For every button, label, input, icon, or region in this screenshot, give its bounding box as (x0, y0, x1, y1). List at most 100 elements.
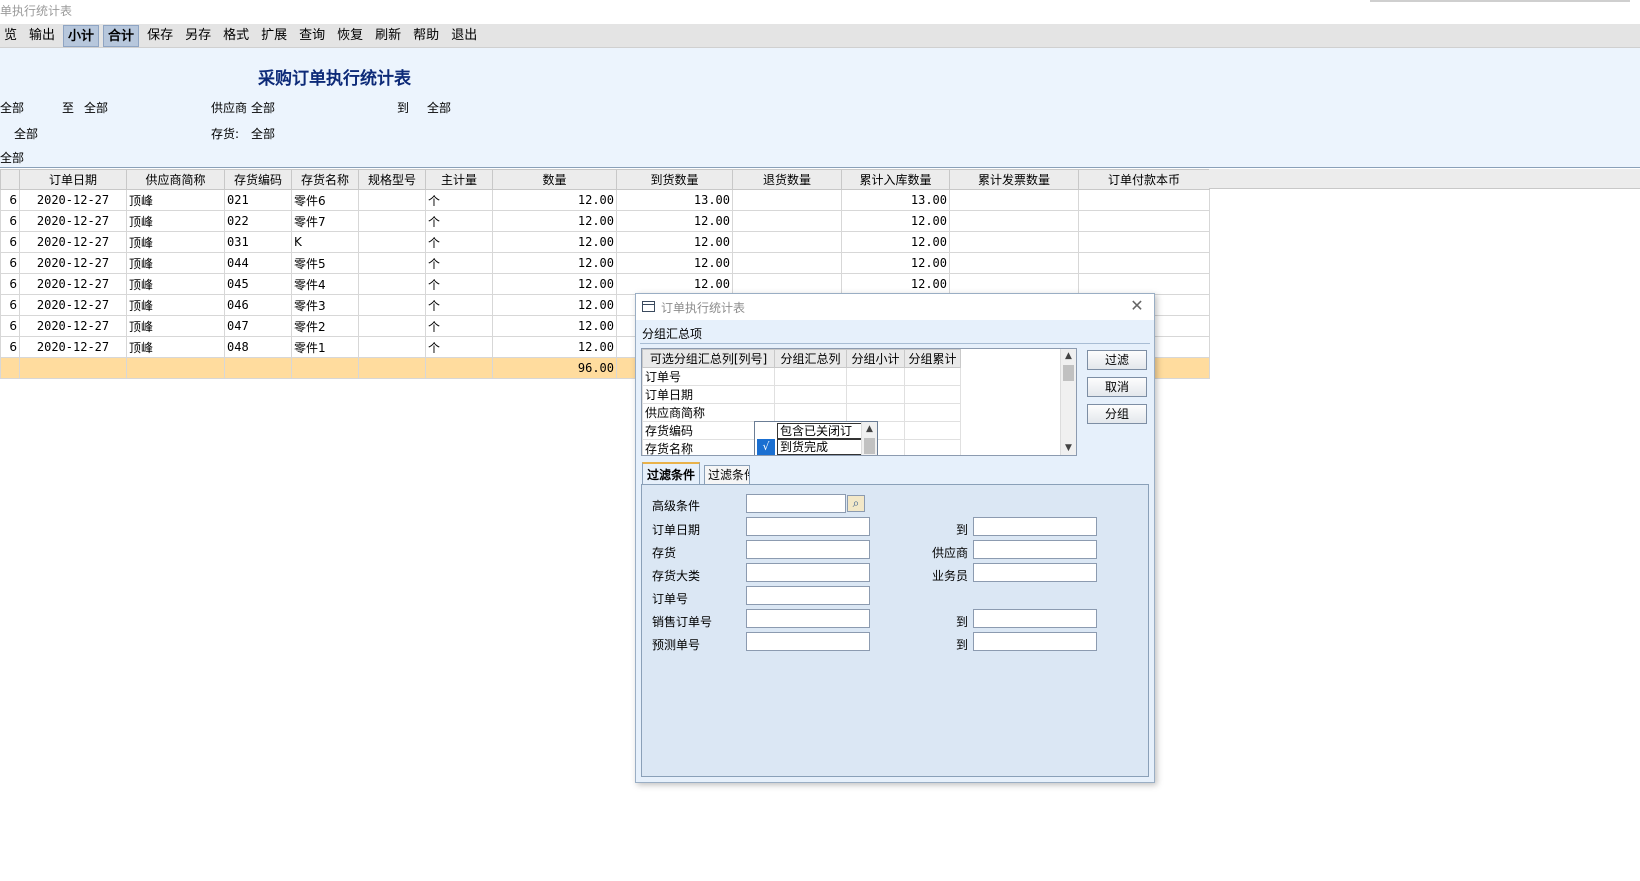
group-list-item[interactable]: 订单号 (642, 367, 961, 386)
toolbar-output-button[interactable]: 输出 (25, 25, 59, 47)
toolbar-preview-button[interactable]: 览 (0, 25, 21, 47)
order-date-to-input[interactable] (973, 517, 1097, 536)
header-supplier-label: 供应商 (211, 101, 248, 115)
forecast-no-to-label: 到 (956, 638, 969, 652)
table-cell: 个 (425, 252, 493, 274)
group-summary-label: 分组汇总项 (642, 327, 703, 341)
table-row[interactable]: 6 2020-12-27 顶峰 031 K 个 12.00 12.00 12.00 (0, 231, 1210, 253)
group-list-scrollbar[interactable]: ▲ ▼ (1060, 349, 1076, 455)
group-list-item[interactable]: 供应商简称 (642, 403, 961, 422)
table-cell: 12.00 (841, 252, 950, 274)
supplier-label: 供应商 (932, 546, 969, 560)
forecast-no-from-input[interactable] (746, 632, 870, 651)
column-header[interactable]: 累计入库数量 (841, 169, 950, 190)
group-cell (904, 367, 961, 386)
search-icon[interactable]: ⌕ (847, 495, 865, 512)
toolbar-save-button[interactable]: 保存 (143, 25, 177, 47)
table-cell: 2020-12-27 (19, 252, 127, 274)
inventory-input[interactable] (746, 540, 870, 559)
table-cell: 6 (0, 252, 20, 274)
checkbox[interactable] (757, 423, 775, 439)
group-summary-list[interactable]: 可选分组汇总列[列号] 分组汇总列 分组小计 分组累计 订单号 订单日期 供应商简称… (641, 348, 1077, 456)
close-icon[interactable]: ✕ (1128, 296, 1146, 316)
dialog-body: 分组汇总项 可选分组汇总列[列号] 分组汇总列 分组小计 分组累计 订单号 订单日… (636, 320, 1154, 782)
table-cell: 2020-12-27 (19, 210, 127, 232)
scroll-down-icon[interactable]: ▼ (1061, 441, 1076, 455)
salesman-input[interactable] (973, 563, 1097, 582)
toolbar-exit-button[interactable]: 退出 (447, 25, 481, 47)
table-cell: 6 (0, 336, 20, 358)
scroll-thumb[interactable] (864, 438, 875, 454)
column-header[interactable]: 规格型号 (358, 169, 426, 190)
column-header[interactable]: 供应商简称 (126, 169, 225, 190)
cancel-button[interactable]: 取消 (1087, 377, 1147, 397)
table-cell: 个 (425, 315, 493, 337)
advanced-condition-input[interactable] (746, 494, 846, 513)
column-header[interactable]: 累计发票数量 (949, 169, 1079, 190)
table-cell: 2020-12-27 (19, 336, 127, 358)
group-column-header: 可选分组汇总列[列号] (642, 349, 775, 368)
filter-button[interactable]: 过滤 (1087, 350, 1147, 370)
order-no-input[interactable] (746, 586, 870, 605)
table-cell: 零件2 (291, 315, 359, 337)
toolbar-subtotal-button[interactable]: 小计 (63, 24, 100, 47)
table-cell: 6 (0, 315, 20, 337)
scroll-up-icon[interactable]: ▲ (862, 422, 877, 436)
total-cell: 96.00 (492, 357, 617, 379)
order-date-from-input[interactable] (746, 517, 870, 536)
group-cell (846, 403, 905, 422)
scroll-up-icon[interactable]: ▲ (1061, 349, 1076, 363)
supplier-input[interactable] (973, 540, 1097, 559)
group-cell: 供应商简称 (642, 403, 775, 422)
table-cell: 048 (224, 336, 292, 358)
status-dropdown-list[interactable]: 包含已关闭订√到货完成入库完成开票完成付款完成到货未完成 ▲ ▼ (754, 421, 878, 455)
table-cell (732, 252, 842, 274)
table-row[interactable]: 6 2020-12-27 顶峰 022 零件7 个 12.00 12.00 12.00 (0, 210, 1210, 232)
checkbox[interactable]: √ (757, 439, 775, 455)
table-row[interactable]: 6 2020-12-27 顶峰 045 零件4 个 12.00 12.00 12.00 (0, 273, 1210, 295)
toolbar-total-button[interactable]: 合计 (103, 24, 140, 47)
column-header[interactable]: 到货数量 (616, 169, 733, 190)
column-header[interactable]: 主计量 (425, 169, 493, 190)
sales-order-no-from-input[interactable] (746, 609, 870, 628)
toolbar-help-button[interactable]: 帮助 (409, 25, 443, 47)
group-cell (904, 385, 961, 404)
column-header[interactable]: 存货编码 (224, 169, 292, 190)
column-header[interactable]: 数量 (492, 169, 617, 190)
group-column-header: 分组汇总列 (774, 349, 847, 368)
scroll-thumb[interactable] (1063, 365, 1074, 381)
header-row3-value: 全部 (0, 151, 25, 165)
inventory-class-input[interactable] (746, 563, 870, 582)
table-cell (732, 189, 842, 211)
column-header[interactable]: 存货名称 (291, 169, 359, 190)
tab-filter-conditions[interactable]: 过滤条件 (642, 462, 701, 484)
toolbar-restore-button[interactable]: 恢复 (333, 25, 367, 47)
column-header[interactable]: 订单日期 (19, 169, 127, 190)
group-cell (774, 385, 847, 404)
table-cell: 12.00 (492, 294, 617, 316)
sales-order-no-to-input[interactable] (973, 609, 1097, 628)
tab-filter-conditions-2[interactable]: 过滤条件 (704, 465, 750, 484)
table-row[interactable]: 6 2020-12-27 顶峰 044 零件5 个 12.00 12.00 12.00 (0, 252, 1210, 274)
dropdown-option[interactable]: 包含已关闭订 (777, 423, 863, 439)
toolbar-extend-button[interactable]: 扩展 (257, 25, 291, 47)
table-row[interactable]: 6 2020-12-27 顶峰 021 零件6 个 12.00 13.00 13.00 (0, 189, 1210, 211)
toolbar-format-button[interactable]: 格式 (219, 25, 253, 47)
group-column-header: 分组累计 (904, 349, 961, 368)
dropdown-option[interactable]: 到货完成 (777, 439, 863, 455)
group-list-item[interactable]: 订单日期 (642, 385, 961, 404)
table-cell: 12.00 (492, 231, 617, 253)
sales-order-no-label: 销售订单号 (652, 615, 713, 629)
dropdown-scrollbar[interactable]: ▲ ▼ (861, 422, 877, 455)
toolbar-refresh-button[interactable]: 刷新 (371, 25, 405, 47)
group-cell (774, 367, 847, 386)
toolbar-save-as-button[interactable]: 另存 (181, 25, 215, 47)
table-cell: 12.00 (492, 210, 617, 232)
forecast-no-to-input[interactable] (973, 632, 1097, 651)
column-header[interactable]: 订单付款本币 (1078, 169, 1210, 190)
column-header[interactable] (0, 169, 20, 190)
toolbar-query-button[interactable]: 查询 (295, 25, 329, 47)
column-header[interactable]: 退货数量 (732, 169, 842, 190)
group-button[interactable]: 分组 (1087, 404, 1147, 424)
table-cell: 个 (425, 294, 493, 316)
